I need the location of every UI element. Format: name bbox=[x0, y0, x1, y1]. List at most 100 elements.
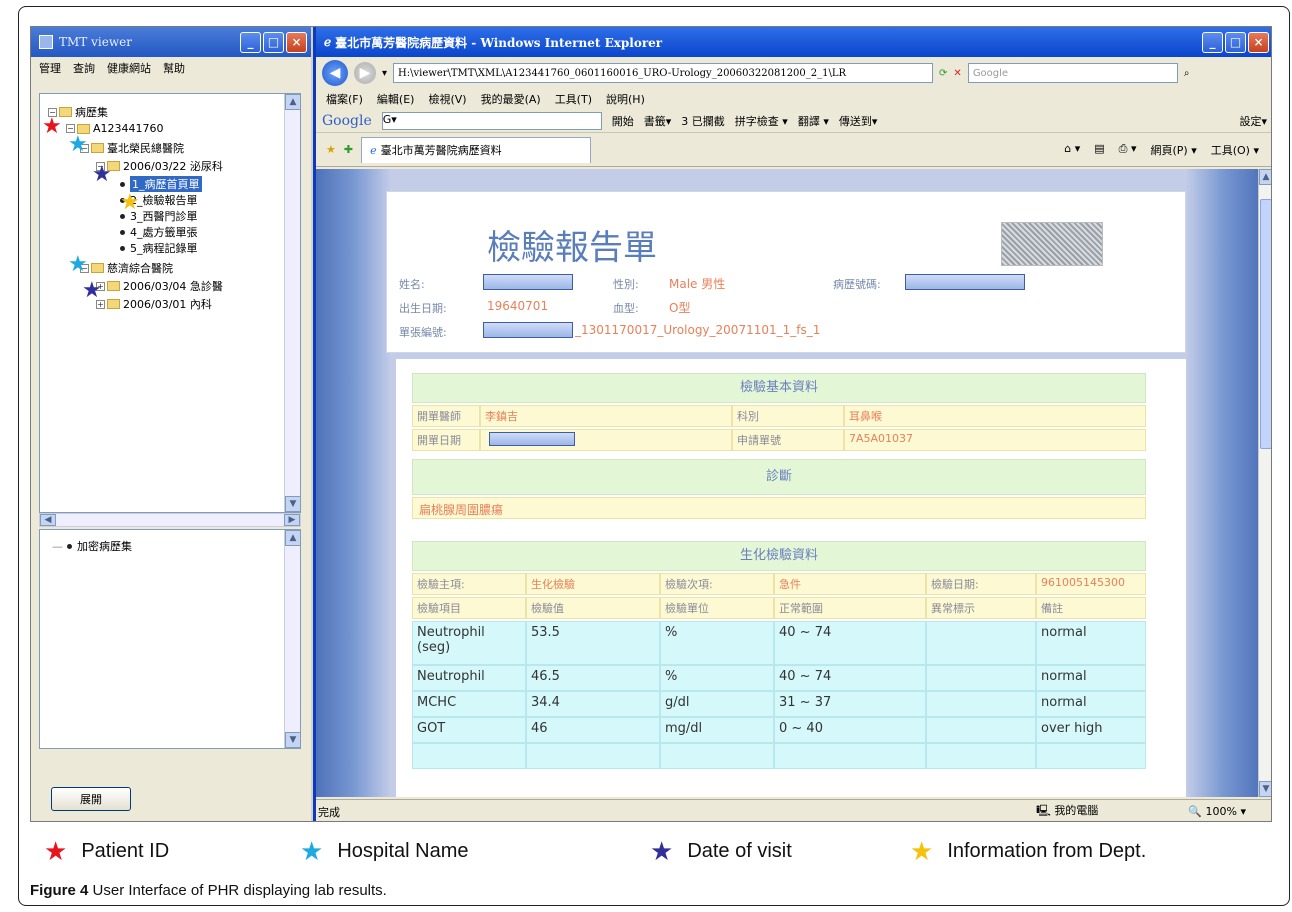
cell-note: normal bbox=[1036, 691, 1146, 717]
record-tree: − 病歷集 − A123441760 − 臺北榮民總醫院 −2006/03/22 泌尿… bbox=[39, 93, 301, 513]
google-blocked[interactable]: 3 已攔截 bbox=[681, 113, 725, 129]
menu-view[interactable]: 檢視(V) bbox=[428, 91, 466, 107]
biochem-column-headers: 檢驗項目 檢驗值 檢驗單位 正常範圍 異常標示 備註 bbox=[412, 597, 1146, 619]
scroll-up-icon[interactable]: ▲ bbox=[285, 530, 301, 546]
tree-hospital-1[interactable]: − 臺北榮民總醫院 bbox=[80, 140, 184, 156]
tree-patient[interactable]: − A123441760 bbox=[48, 122, 164, 135]
close-button[interactable]: × bbox=[1248, 31, 1269, 53]
lower-vertical-scrollbar[interactable]: ▲ ▼ bbox=[284, 530, 301, 748]
address-bar-row: ◀ ▶ ▾ H:\viewer\TMT\XML\A123441760_06011… bbox=[316, 57, 1271, 89]
google-bookmarks[interactable]: 書籤▾ bbox=[644, 113, 672, 129]
page-menu[interactable]: 網頁(P) ▾ bbox=[1151, 142, 1197, 158]
figure-caption: Figure 4 User Interface of PHR displayin… bbox=[30, 882, 387, 899]
tree-hospital-2[interactable]: − 慈濟綜合醫院 bbox=[80, 260, 173, 276]
scroll-up-icon[interactable]: ▲ bbox=[285, 94, 301, 110]
tmt-viewer-window: TMT viewer _ □ × 管理 查詢 健康網站 幫助 − 病歷集 − A12… bbox=[31, 27, 311, 821]
test-date-value: 961005145300 bbox=[1036, 573, 1146, 595]
cell-range: 0 ~ 40 bbox=[774, 717, 926, 743]
menu-tools[interactable]: 工具(T) bbox=[555, 91, 592, 107]
google-send[interactable]: 傳送到▾ bbox=[839, 113, 878, 129]
menu-edit[interactable]: 編輯(E) bbox=[377, 91, 415, 107]
feeds-icon[interactable]: ▤ bbox=[1094, 142, 1104, 158]
menu-help[interactable]: 說明(H) bbox=[606, 91, 645, 107]
blood-label: 血型: bbox=[613, 302, 639, 315]
menu-query[interactable]: 查詢 bbox=[73, 60, 95, 76]
tree-doc-5[interactable]: 5_病程記錄單 bbox=[120, 240, 198, 256]
google-spellcheck[interactable]: 拼字檢查 ▾ bbox=[735, 113, 788, 129]
birth-value: 19640701 bbox=[487, 299, 549, 313]
tree-encrypted[interactable]: — 加密病歷集 bbox=[52, 538, 132, 554]
tree-visit-1[interactable]: −2006/03/22 泌尿科 bbox=[96, 158, 223, 174]
add-favorites-icon[interactable]: ✚ bbox=[344, 143, 353, 156]
basic-info-header: 檢驗基本資料 bbox=[412, 373, 1146, 403]
google-start[interactable]: 開始 bbox=[612, 113, 634, 129]
cell-unit bbox=[660, 743, 774, 769]
refresh-icon[interactable]: ⟳ bbox=[939, 68, 947, 79]
google-translate[interactable]: 翻譯 ▾ bbox=[798, 113, 829, 129]
cell-range bbox=[774, 743, 926, 769]
search-input[interactable]: Google bbox=[967, 63, 1178, 83]
tree-vertical-scrollbar[interactable]: ▲ ▼ bbox=[284, 94, 301, 512]
tree-visit-3[interactable]: +2006/03/01 內科 bbox=[96, 296, 212, 312]
home-icon[interactable]: ⌂ ▾ bbox=[1064, 142, 1080, 158]
ie-title-bar: ℯ 臺北市萬芳醫院病歷資料 - Windows Internet Explore… bbox=[316, 27, 1271, 57]
forward-icon[interactable]: ▶ bbox=[354, 62, 376, 84]
history-dropdown-icon[interactable]: ▾ bbox=[382, 68, 387, 79]
expand-button[interactable]: 展開 bbox=[51, 787, 131, 811]
minimize-button[interactable]: _ bbox=[240, 31, 261, 53]
close-button[interactable]: × bbox=[286, 31, 307, 53]
doctor-label: 開單醫師 bbox=[412, 405, 480, 427]
scroll-left-icon[interactable]: ◀ bbox=[40, 514, 56, 526]
tree-horizontal-scrollbar[interactable]: ◀ ▶ bbox=[39, 513, 301, 527]
back-icon[interactable]: ◀ bbox=[322, 60, 348, 86]
legend-hospital-name: ★ Hospital Name bbox=[300, 836, 469, 866]
menu-health-site[interactable]: 健康網站 bbox=[107, 60, 151, 76]
cell-item: GOT bbox=[412, 717, 526, 743]
tools-menu[interactable]: 工具(O) ▾ bbox=[1211, 142, 1259, 158]
table-row: Neutrophil (seg) 53.5 % 40 ~ 74 normal bbox=[412, 621, 1146, 665]
tab-active[interactable]: ℯ 臺北市萬芳醫院病歷資料 bbox=[361, 136, 592, 163]
print-icon[interactable]: ⎙ ▾ bbox=[1119, 142, 1137, 158]
col-range: 正常範圍 bbox=[774, 597, 926, 619]
menu-help[interactable]: 幫助 bbox=[163, 60, 185, 76]
scroll-right-icon[interactable]: ▶ bbox=[284, 514, 300, 526]
report-header: 檢驗報告單 姓名: 性別: Male 男性 病歷號碼: 出生日期: 196407… bbox=[386, 191, 1186, 353]
table-row: GOT 46 mg/dl 0 ~ 40 over high bbox=[412, 717, 1146, 743]
cell-value: 34.4 bbox=[526, 691, 660, 717]
zoom-control[interactable]: 🔍 100% ▾ bbox=[1188, 805, 1246, 818]
google-search-input[interactable]: G▾ bbox=[381, 111, 602, 130]
search-icon[interactable]: ⌕ bbox=[1184, 68, 1190, 79]
form-number-label: 單張編號: bbox=[399, 326, 447, 339]
tmt-menu-bar: 管理 查詢 健康網站 幫助 bbox=[31, 57, 311, 79]
favorites-star-icon[interactable]: ★ bbox=[326, 143, 336, 156]
status-text: 完成 bbox=[318, 805, 340, 819]
scroll-down-icon[interactable]: ▼ bbox=[1259, 781, 1271, 797]
scroll-down-icon[interactable]: ▼ bbox=[285, 496, 301, 512]
address-input[interactable]: H:\viewer\TMT\XML\A123441760_0601160016_… bbox=[393, 63, 934, 83]
cell-note bbox=[1036, 743, 1146, 769]
cell-range: 31 ~ 37 bbox=[774, 691, 926, 717]
scroll-down-icon[interactable]: ▼ bbox=[285, 732, 301, 748]
form-number-redacted bbox=[483, 322, 573, 338]
maximize-button[interactable]: □ bbox=[1225, 31, 1246, 53]
scroll-up-icon[interactable]: ▲ bbox=[1259, 169, 1271, 185]
computer-icon: 🖳 bbox=[1036, 804, 1055, 817]
tree-visit-2[interactable]: +2006/03/04 急診醫 bbox=[96, 278, 223, 294]
legend-date-of-visit: ★ Date of visit bbox=[650, 836, 792, 866]
menu-favorites[interactable]: 我的最愛(A) bbox=[481, 91, 541, 107]
menu-manage[interactable]: 管理 bbox=[39, 60, 61, 76]
stop-icon[interactable]: ✕ bbox=[953, 68, 961, 79]
google-settings[interactable]: 設定▾ bbox=[1239, 113, 1267, 129]
tree-doc-4[interactable]: 4_處方籤單張 bbox=[120, 224, 198, 240]
page-vertical-scrollbar[interactable]: ▲ ▼ bbox=[1258, 169, 1271, 797]
star-icon: ★ bbox=[650, 836, 674, 866]
ie-title: 臺北市萬芳醫院病歷資料 - Windows Internet Explorer bbox=[335, 35, 663, 50]
maximize-button[interactable]: □ bbox=[263, 31, 284, 53]
menu-file[interactable]: 檔案(F) bbox=[326, 91, 363, 107]
minimize-button[interactable]: _ bbox=[1202, 31, 1223, 53]
main-item-label: 檢驗主項: bbox=[412, 573, 526, 595]
star-icon: ★ bbox=[120, 190, 140, 215]
report-title: 檢驗報告單 bbox=[487, 228, 657, 268]
cell-value: 46 bbox=[526, 717, 660, 743]
scroll-thumb[interactable] bbox=[1260, 199, 1271, 449]
